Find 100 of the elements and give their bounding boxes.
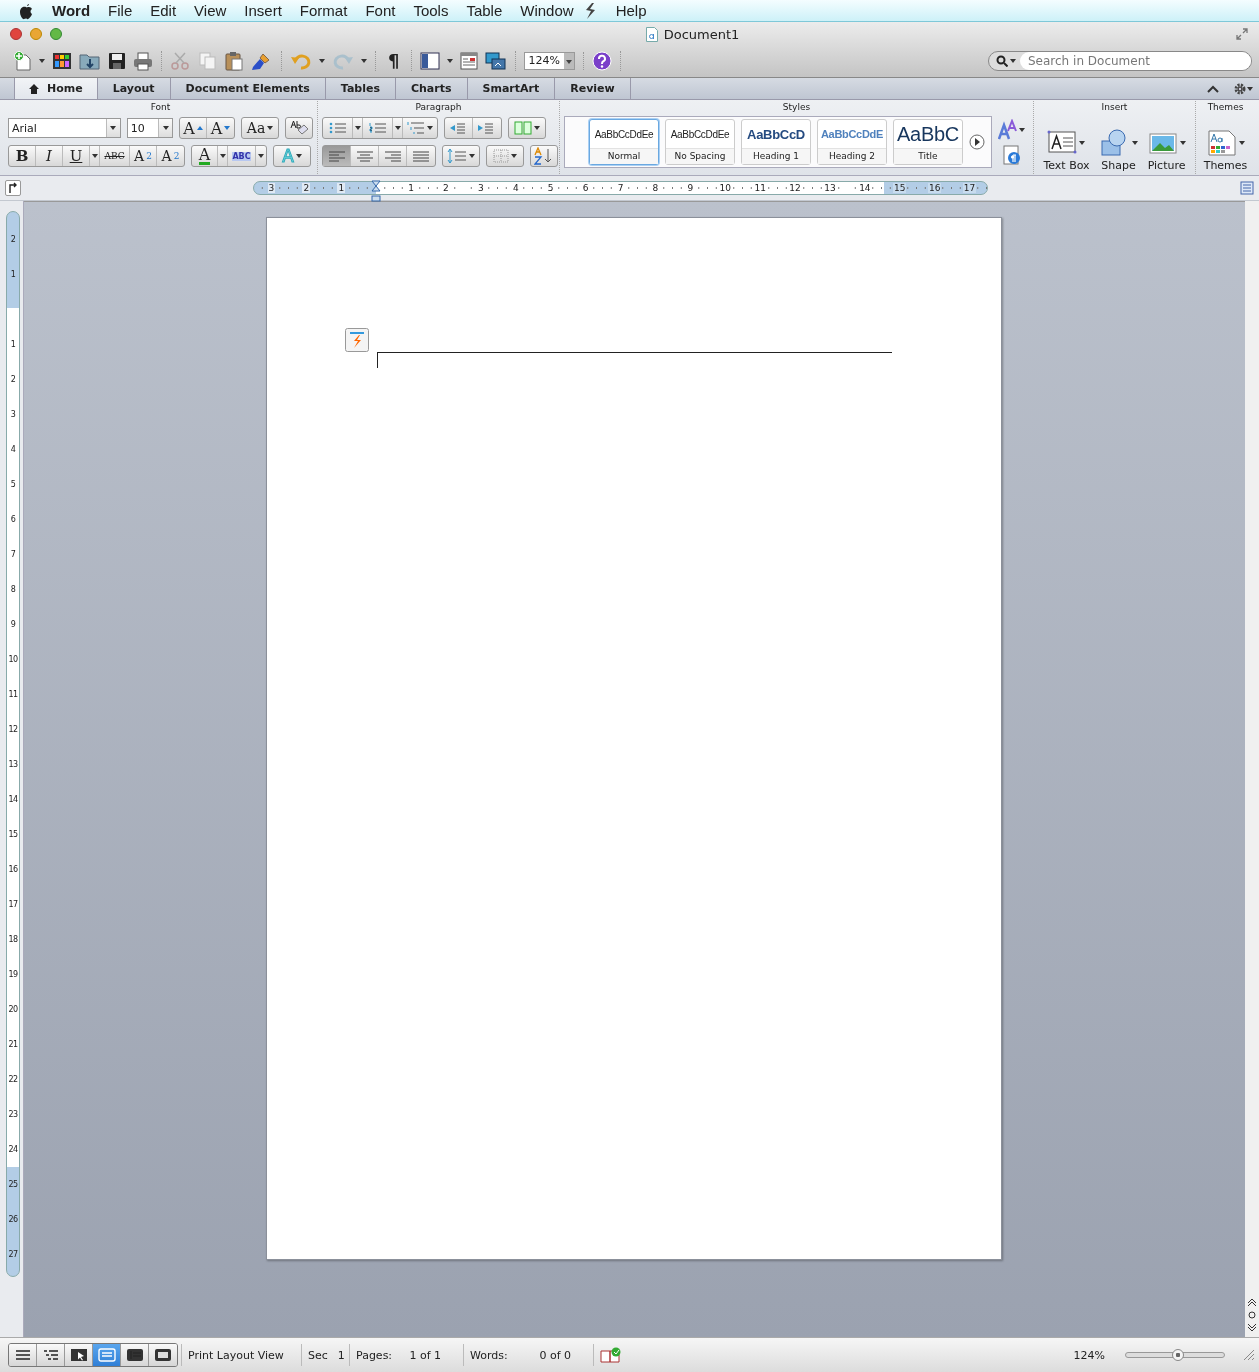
caret-icon[interactable] (361, 58, 367, 63)
ribbon-tab[interactable]: Home (14, 78, 98, 99)
clipboard-icon[interactable] (224, 50, 244, 71)
menu-item[interactable]: Word (44, 2, 100, 19)
style-option[interactable]: AaBbCcDdEe No Spacing (665, 119, 735, 165)
format-button[interactable]: I (36, 146, 63, 166)
caret-icon[interactable] (1179, 141, 1186, 145)
view-button[interactable] (37, 1344, 65, 1366)
show-formatting-button[interactable]: ¶ (384, 50, 404, 71)
zoom-slider[interactable] (1125, 1352, 1225, 1358)
ribbon-tab[interactable]: Document Elements (170, 78, 326, 99)
slider-thumb[interactable] (1171, 1349, 1184, 1361)
caret-icon[interactable] (1079, 141, 1086, 145)
style-option[interactable]: AaBbC Title (893, 119, 963, 165)
format-button[interactable]: ABC (100, 146, 130, 166)
caret-icon[interactable] (267, 126, 274, 130)
caret-icon[interactable] (447, 58, 454, 63)
gallery-icon[interactable] (52, 50, 72, 71)
zoom-field[interactable]: 124% (524, 51, 575, 70)
zoom-button-icon[interactable] (50, 28, 62, 40)
font-size-field[interactable]: 10 (126, 118, 173, 138)
ribbon-tab[interactable]: Review (555, 78, 631, 99)
caret-icon[interactable] (110, 126, 117, 130)
bullets-options-button[interactable] (353, 118, 363, 138)
menu-item[interactable]: Font (356, 2, 405, 19)
font-color-button[interactable]: A (192, 146, 218, 166)
style-option[interactable]: AaBbCcDdE Heading 2 (817, 119, 887, 165)
caret-icon[interactable] (91, 154, 98, 158)
text-box-button[interactable]: Text Box (1041, 129, 1092, 172)
ribbon-tab[interactable]: Layout (97, 78, 171, 99)
caret-icon[interactable] (469, 154, 475, 158)
new-document-icon[interactable] (14, 50, 32, 71)
change-styles-icon[interactable] (998, 119, 1026, 141)
caret-icon[interactable] (219, 154, 226, 158)
toolbox-icon[interactable] (460, 50, 479, 71)
menu-item[interactable]: Format (290, 2, 357, 19)
media-browser-icon[interactable] (485, 50, 508, 71)
window-title: Document1 (663, 26, 740, 42)
caret-icon[interactable] (394, 126, 401, 130)
header-lightning-icon[interactable] (345, 328, 369, 352)
caret-icon[interactable] (39, 58, 45, 63)
style-option[interactable]: AaBbCcDdEe Normal (589, 119, 659, 165)
print-icon[interactable] (133, 50, 153, 71)
menu-item[interactable]: Edit (141, 2, 186, 19)
format-button[interactable]: A$^{2}$ (130, 146, 157, 166)
ribbon-tab[interactable]: Tables (325, 78, 396, 99)
caret-icon[interactable] (534, 126, 540, 130)
menu-item[interactable]: File (99, 2, 142, 19)
save-icon[interactable] (108, 50, 126, 71)
change-case-button[interactable]: Aa (242, 118, 278, 138)
shrink-font-button[interactable]: A (207, 118, 234, 138)
shape-button[interactable]: Shape (1097, 129, 1140, 172)
caret-icon[interactable] (1131, 141, 1138, 145)
menu-item[interactable]: Tools (404, 2, 458, 19)
menu-item[interactable]: Table (457, 2, 512, 19)
caret-icon[interactable] (354, 126, 361, 130)
menu-item[interactable]: Insert (235, 2, 291, 19)
ruler-number: 26 (7, 1214, 19, 1225)
caret-icon[interactable] (511, 154, 517, 158)
styles-pane-icon[interactable] (1002, 145, 1022, 165)
collapse-ribbon-icon[interactable] (1207, 84, 1219, 93)
format-button[interactable]: U (63, 146, 90, 166)
caret-icon[interactable] (295, 154, 302, 158)
style-option[interactable]: AaBbCcD Heading 1 (741, 119, 811, 165)
ribbon-tab[interactable]: Charts (395, 78, 468, 99)
caret-icon[interactable] (563, 52, 574, 69)
caret-icon[interactable] (1238, 141, 1245, 145)
indent-marker-icon[interactable] (371, 180, 382, 202)
close-button-icon[interactable] (10, 28, 22, 40)
apple-icon[interactable] (18, 1, 34, 20)
font-name-field[interactable]: Arial (8, 118, 121, 138)
caret-icon[interactable] (427, 126, 433, 130)
view-button[interactable] (65, 1344, 93, 1366)
underline-options-button[interactable] (90, 146, 100, 166)
view-button[interactable] (149, 1344, 177, 1366)
menu-item[interactable]: Window (511, 2, 583, 19)
caret-icon[interactable] (319, 58, 325, 63)
help-icon[interactable] (591, 50, 612, 71)
menu-item[interactable]: View (185, 2, 236, 19)
ruler-number: 27 (7, 1249, 19, 1260)
status-label: Sec (308, 1348, 328, 1362)
view-button[interactable] (121, 1344, 149, 1366)
menu-item[interactable]: Help (606, 2, 656, 19)
caret-icon[interactable] (162, 126, 169, 130)
grow-font-button[interactable]: A (180, 118, 207, 138)
fullscreen-icon[interactable] (1235, 27, 1249, 41)
tab-stop-selector[interactable] (5, 180, 21, 196)
caret-icon[interactable] (258, 154, 264, 158)
ribbon-tab[interactable]: SmartArt (467, 78, 556, 99)
sidebar-icon[interactable] (420, 50, 441, 71)
page-navigation-icon[interactable] (1246, 1297, 1258, 1333)
gear-icon[interactable] (1233, 81, 1253, 96)
themes-button[interactable]: Themes (1201, 129, 1250, 172)
numbering-options-button[interactable] (393, 118, 403, 138)
picture-button[interactable]: Picture (1145, 129, 1188, 172)
format-button[interactable]: B (9, 146, 36, 166)
next-styles-icon[interactable] (969, 134, 985, 150)
view-button[interactable] (9, 1344, 37, 1366)
highlight-button[interactable]: ABC (228, 146, 256, 166)
font-color-options-button[interactable] (218, 146, 228, 166)
